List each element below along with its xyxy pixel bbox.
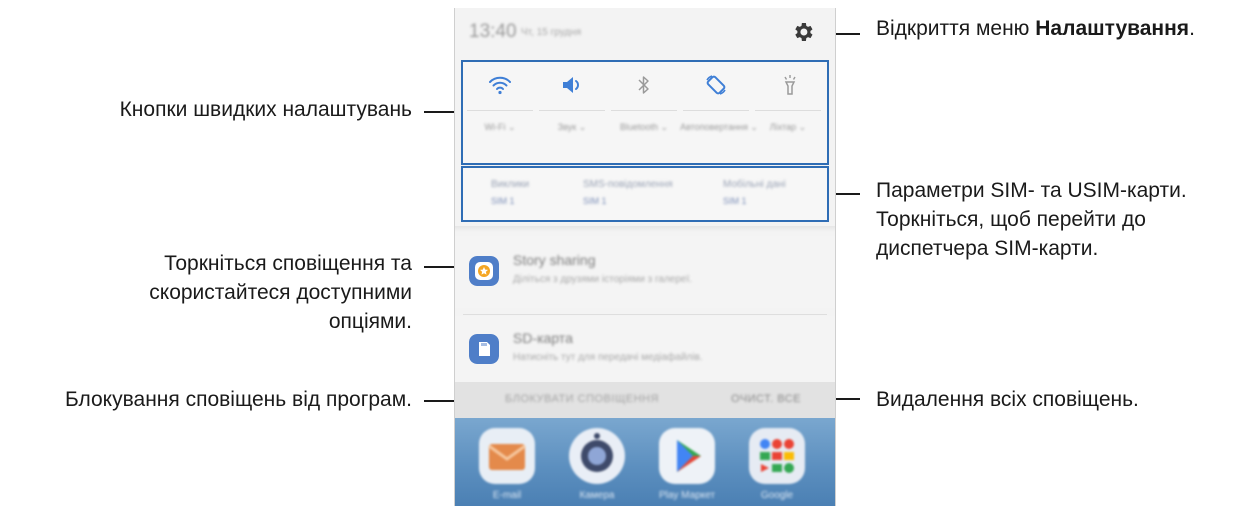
sim-callout-line-1: Параметри SIM- та USIM-карти. — [876, 179, 1187, 202]
sim-leader — [832, 193, 860, 195]
block-notifications-button[interactable]: БЛОКУВАТИ СПОВІЩЕННЯ — [505, 393, 659, 405]
quick-divider — [755, 110, 821, 111]
flashlight-icon[interactable] — [777, 72, 803, 98]
app-label: Google — [760, 490, 794, 501]
date: Чт, 15 грудня — [521, 27, 582, 38]
notification-actions: БЛОКУВАТИ СПОВІЩЕННЯ ОЧИСТ. ВСЕ — [455, 382, 835, 418]
sim-data[interactable]: Мобільні дані SIM 1 — [723, 176, 786, 210]
email-icon[interactable] — [479, 428, 535, 484]
sim-data-sim: SIM 1 — [723, 196, 747, 206]
wifi-icon[interactable] — [487, 72, 513, 98]
quick-settings-leader — [424, 111, 456, 113]
story-sharing-icon — [469, 256, 499, 286]
settings-callout-bold: Налаштування — [1035, 17, 1190, 40]
sim-sms[interactable]: SMS-повідомлення SIM 1 — [583, 176, 673, 210]
gear-icon[interactable] — [791, 20, 815, 44]
bluetooth-label[interactable]: Bluetooth ⌄ — [609, 122, 679, 133]
quick-settings-callout: Кнопки швидких налаштувань — [119, 98, 412, 121]
notification-item[interactable]: SD-карта Натисніть тут для передачі меді… — [455, 316, 835, 382]
clear-callout: Видалення всіх сповіщень. — [876, 388, 1139, 411]
notification-callout: Торкніться сповіщення та скористайтеся д… — [60, 249, 412, 336]
block-callout: Блокування сповіщень від програм. — [64, 388, 412, 411]
sim-callout: Параметри SIM- та USIM-карти. Торкніться… — [876, 176, 1187, 263]
settings-callout: Відкриття меню Налаштування. — [876, 14, 1195, 43]
sim-callout-line-3: диспетчера SIM-карти. — [876, 237, 1099, 260]
status-bar: 13:40 Чт, 15 грудня — [455, 8, 835, 58]
notification-item[interactable]: Story sharing Діліться з друзями історія… — [455, 236, 835, 308]
quick-divider — [539, 110, 605, 111]
home-screen: E-mail Камера Play Маркет Google — [455, 418, 835, 506]
settings-callout-prefix: Відкриття меню — [876, 17, 1036, 40]
notification-text: Натисніть тут для передачі медіафайлів. — [513, 352, 703, 363]
bluetooth-icon[interactable] — [631, 72, 657, 98]
app-label: Камера — [579, 490, 615, 501]
sound-icon[interactable] — [559, 72, 585, 98]
notification-divider — [463, 314, 827, 315]
sim-callout-line-2: Торкніться, щоб перейти до — [876, 208, 1146, 231]
settings-callout-suffix: . — [1189, 17, 1195, 40]
app-label: Play Маркет — [658, 490, 716, 501]
sim-calls-sim: SIM 1 — [491, 196, 515, 206]
wifi-label[interactable]: Wi-Fi ⌄ — [465, 122, 535, 133]
quick-divider — [467, 110, 533, 111]
notification-title: SD-карта — [513, 330, 573, 346]
google-folder-icon[interactable] — [749, 428, 805, 484]
auto-rotate-label[interactable]: Автоповертання ⌄ — [679, 122, 759, 133]
notification-callout-line-2: скористайтеся доступними — [149, 281, 412, 304]
sim-sms-sim: SIM 1 — [583, 196, 607, 206]
sim-calls-title: Виклики — [491, 179, 530, 190]
quick-settings-panel: Wi-Fi ⌄ Звук ⌄ Bluetooth ⌄ Автоповертанн… — [461, 60, 829, 165]
clear-all-button[interactable]: ОЧИСТ. ВСЕ — [731, 393, 801, 405]
play-store-icon[interactable] — [659, 428, 715, 484]
sound-label[interactable]: Звук ⌄ — [537, 122, 607, 133]
camera-icon[interactable] — [569, 428, 625, 484]
auto-rotate-icon[interactable] — [703, 72, 729, 98]
notification-callout-line-3: опціями. — [328, 310, 412, 333]
app-label: E-mail — [492, 490, 522, 501]
sim-data-title: Мобільні дані — [723, 179, 786, 190]
notification-text: Діліться з друзями історіями з галереї. — [513, 274, 693, 285]
sim-sms-title: SMS-повідомлення — [583, 179, 673, 190]
notification-title: Story sharing — [513, 252, 596, 268]
quick-divider — [611, 110, 677, 111]
panel-divider — [455, 226, 835, 232]
flashlight-label[interactable]: Ліхтар ⌄ — [753, 122, 823, 133]
sd-card-icon — [469, 334, 499, 364]
notification-panel: 13:40 Чт, 15 грудня Wi-Fi ⌄ Звук ⌄ Bluet… — [454, 8, 836, 506]
quick-divider — [683, 110, 749, 111]
sim-calls[interactable]: Виклики SIM 1 — [491, 176, 529, 210]
sim-manager-panel[interactable]: Виклики SIM 1 SMS-повідомлення SIM 1 Моб… — [461, 166, 829, 222]
notification-callout-line-1: Торкніться сповіщення та — [164, 252, 412, 275]
clock: 13:40 — [469, 21, 517, 42]
